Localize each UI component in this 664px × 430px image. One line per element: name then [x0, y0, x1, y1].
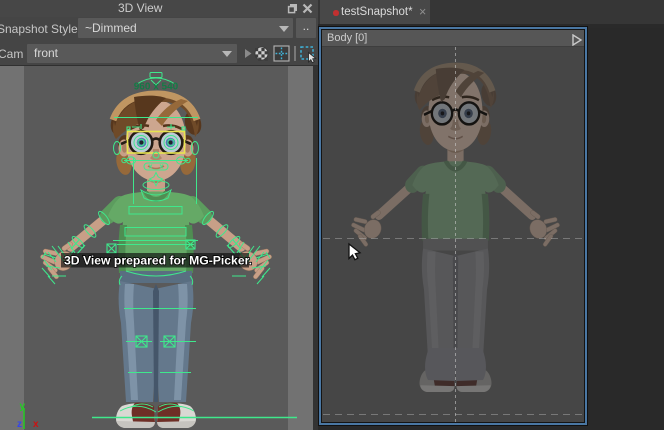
svg-text:x: x	[33, 419, 39, 430]
svg-text:z: z	[17, 419, 22, 430]
svg-text:960 x 540: 960 x 540	[134, 82, 179, 93]
svg-text:3D View prepared for MG-Picker: 3D View prepared for MG-Picker.	[64, 254, 252, 268]
svg-text:y: y	[20, 401, 26, 412]
